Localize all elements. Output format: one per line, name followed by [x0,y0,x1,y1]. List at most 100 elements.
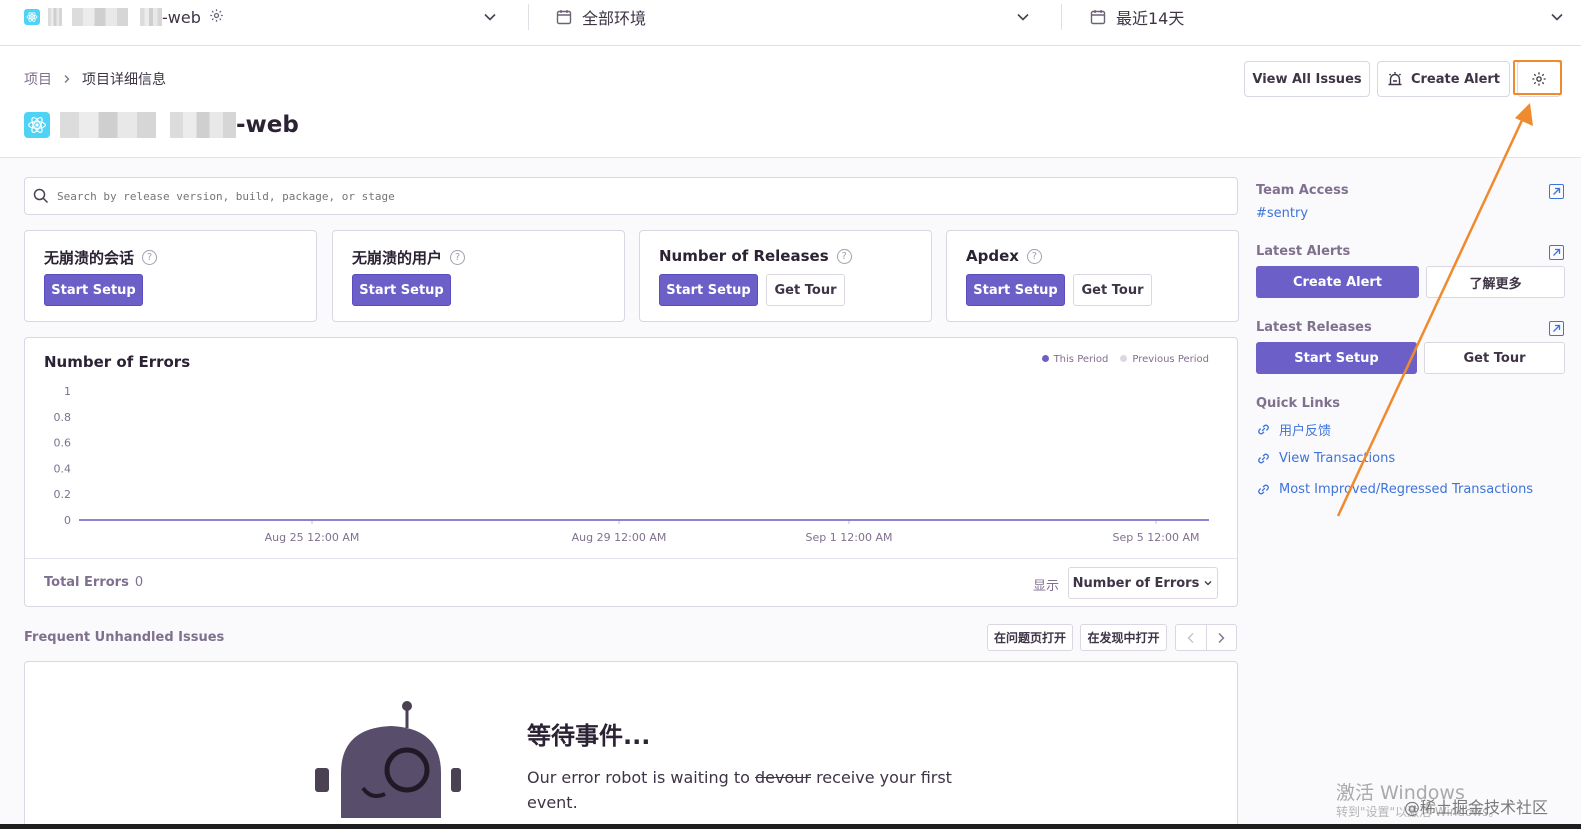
sidebar-get-tour-button[interactable]: Get Tour [1424,342,1565,374]
chevron-down-icon[interactable] [1016,10,1030,24]
start-setup-button[interactable]: Start Setup [659,274,758,306]
y-tick-label: 0 [64,514,71,527]
errors-chart-panel: Number of Errors This Period Previous Pe… [24,337,1238,607]
link-label: View Transactions [1279,451,1396,466]
react-icon [24,112,50,138]
y-tick-label: 1 [64,385,71,398]
errors-chart: 0 0.2 0.4 0.6 0.8 1 Aug 25 12:00 AM Aug 29 12:0… [54,385,1209,544]
link-icon [1258,453,1269,464]
score-card-crash-free-users: 无崩溃的用户? Start Setup [332,230,625,322]
y-tick-label: 0.2 [54,488,72,501]
quick-link-user-feedback[interactable]: 用户反馈 [1256,420,1331,439]
legend-label: This Period [1053,354,1109,365]
score-card-apdex: Apdex? Start Setup Get Tour [946,230,1239,322]
legend-this-period[interactable]: This Period [1041,354,1109,365]
start-setup-button[interactable]: Start Setup [352,274,451,306]
score-card-crash-free-sessions: 无崩溃的会话? Start Setup [24,230,317,322]
taskbar-edge [0,824,1581,829]
chevron-down-icon[interactable] [1550,10,1564,24]
pixelated-name [60,112,156,138]
quick-link-view-transactions[interactable]: View Transactions [1256,451,1395,466]
empty-desc-struck: devour [755,768,811,787]
view-all-issues-button[interactable]: View All Issues [1244,61,1370,97]
link-label: Most Improved/Regressed Transactions [1279,482,1534,497]
external-link-icon[interactable] [1549,245,1564,260]
pixelated-name [72,8,128,26]
chevron-down-icon [1204,581,1212,586]
question-icon[interactable]: ? [450,250,466,265]
issues-pager [1175,624,1237,651]
highlight-box [1513,60,1562,95]
breadcrumb: 项目 项目详细信息 [24,69,166,89]
quick-links-heading: Quick Links [1256,396,1341,411]
display-select-value: Number of Errors [1072,575,1200,591]
link-label: #sentry [1256,206,1309,221]
card-title: Number of Releases [659,247,829,265]
open-in-discover-button[interactable]: 在发现中打开 [1080,624,1167,651]
next-page-button[interactable] [1207,625,1237,650]
project-name-suffix: -web [162,7,201,27]
get-tour-button[interactable]: Get Tour [766,274,845,306]
empty-state-title: 等待事件... [527,722,651,750]
community-watermark: @稀土掘金技术社区 [1404,798,1549,817]
y-tick-label: 0.6 [54,437,72,450]
legend-dot [1041,355,1049,362]
issues-section-title: Frequent Unhandled Issues [24,630,225,645]
question-icon[interactable]: ? [836,248,852,264]
question-icon[interactable]: ? [1026,248,1042,264]
get-tour-button[interactable]: Get Tour [1073,274,1152,306]
total-errors-value: 0 [134,575,144,590]
sidebar-start-setup-button[interactable]: Start Setup [1256,342,1417,374]
total-errors-label: Total Errors [44,575,129,590]
breadcrumb-root[interactable]: 项目 [24,69,52,89]
react-icon [24,9,40,25]
open-in-issues-button[interactable]: 在问题页打开 [987,624,1073,651]
start-setup-button[interactable]: Start Setup [966,274,1065,306]
external-link-icon[interactable] [1549,184,1564,199]
search-icon [33,188,49,204]
legend-previous-period[interactable]: Previous Period [1120,354,1209,365]
calendar-icon [556,10,572,25]
breadcrumb-current: 项目详细信息 [82,72,166,88]
period-label: 最近14天 [1116,9,1185,28]
gear-icon[interactable] [209,8,224,27]
calendar-icon [1090,10,1106,25]
chart-footer: Total Errors 0 显示 Number of Errors [25,558,1237,606]
link-icon [1258,424,1269,435]
empty-desc-part: Our error robot is waiting to [527,768,755,787]
y-tick-label: 0.8 [54,411,72,424]
create-alert-button[interactable]: Create Alert [1377,61,1510,97]
pixelated-name [170,112,236,138]
display-select[interactable]: Number of Errors [1068,567,1218,599]
latest-alerts-heading: Latest Alerts [1256,244,1351,259]
card-title: 无崩溃的用户 [352,249,443,267]
prev-page-button[interactable] [1176,625,1207,650]
empty-state-description: Our error robot is waiting to devour rec… [527,765,957,815]
pixelated-name [48,8,62,26]
quick-link-most-improved[interactable]: Most Improved/Regressed Transactions [1256,482,1533,497]
chevron-down-icon[interactable] [483,10,497,24]
x-tick-label: Aug 25 12:00 AM [265,531,360,544]
link-icon [1258,484,1269,495]
environment-selector[interactable]: 全部环境 [556,0,646,34]
start-setup-button[interactable]: Start Setup [44,274,143,306]
project-selector[interactable]: -web [24,0,224,34]
card-title: 无崩溃的会话 [44,249,135,267]
x-tick-label: Sep 5 12:00 AM [1113,531,1200,544]
legend-label: Previous Period [1132,354,1209,365]
pixelated-name [140,8,162,26]
release-search [24,177,1238,215]
page-title: -web [24,112,299,138]
team-tag-link[interactable]: #sentry [1256,206,1308,221]
button-label: View All Issues [1252,71,1362,87]
question-icon[interactable]: ? [142,250,158,265]
chevron-right-icon [1218,632,1225,643]
learn-more-button[interactable]: 了解更多 [1426,266,1565,298]
external-link-icon[interactable] [1549,321,1564,336]
sidebar-create-alert-button[interactable]: Create Alert [1256,266,1419,298]
divider [1061,4,1062,30]
search-input[interactable] [57,189,1157,203]
total-errors: Total Errors 0 [44,575,143,590]
issues-empty-state: 等待事件... Our error robot is waiting to de… [24,661,1238,829]
period-selector[interactable]: 最近14天 [1090,0,1184,34]
